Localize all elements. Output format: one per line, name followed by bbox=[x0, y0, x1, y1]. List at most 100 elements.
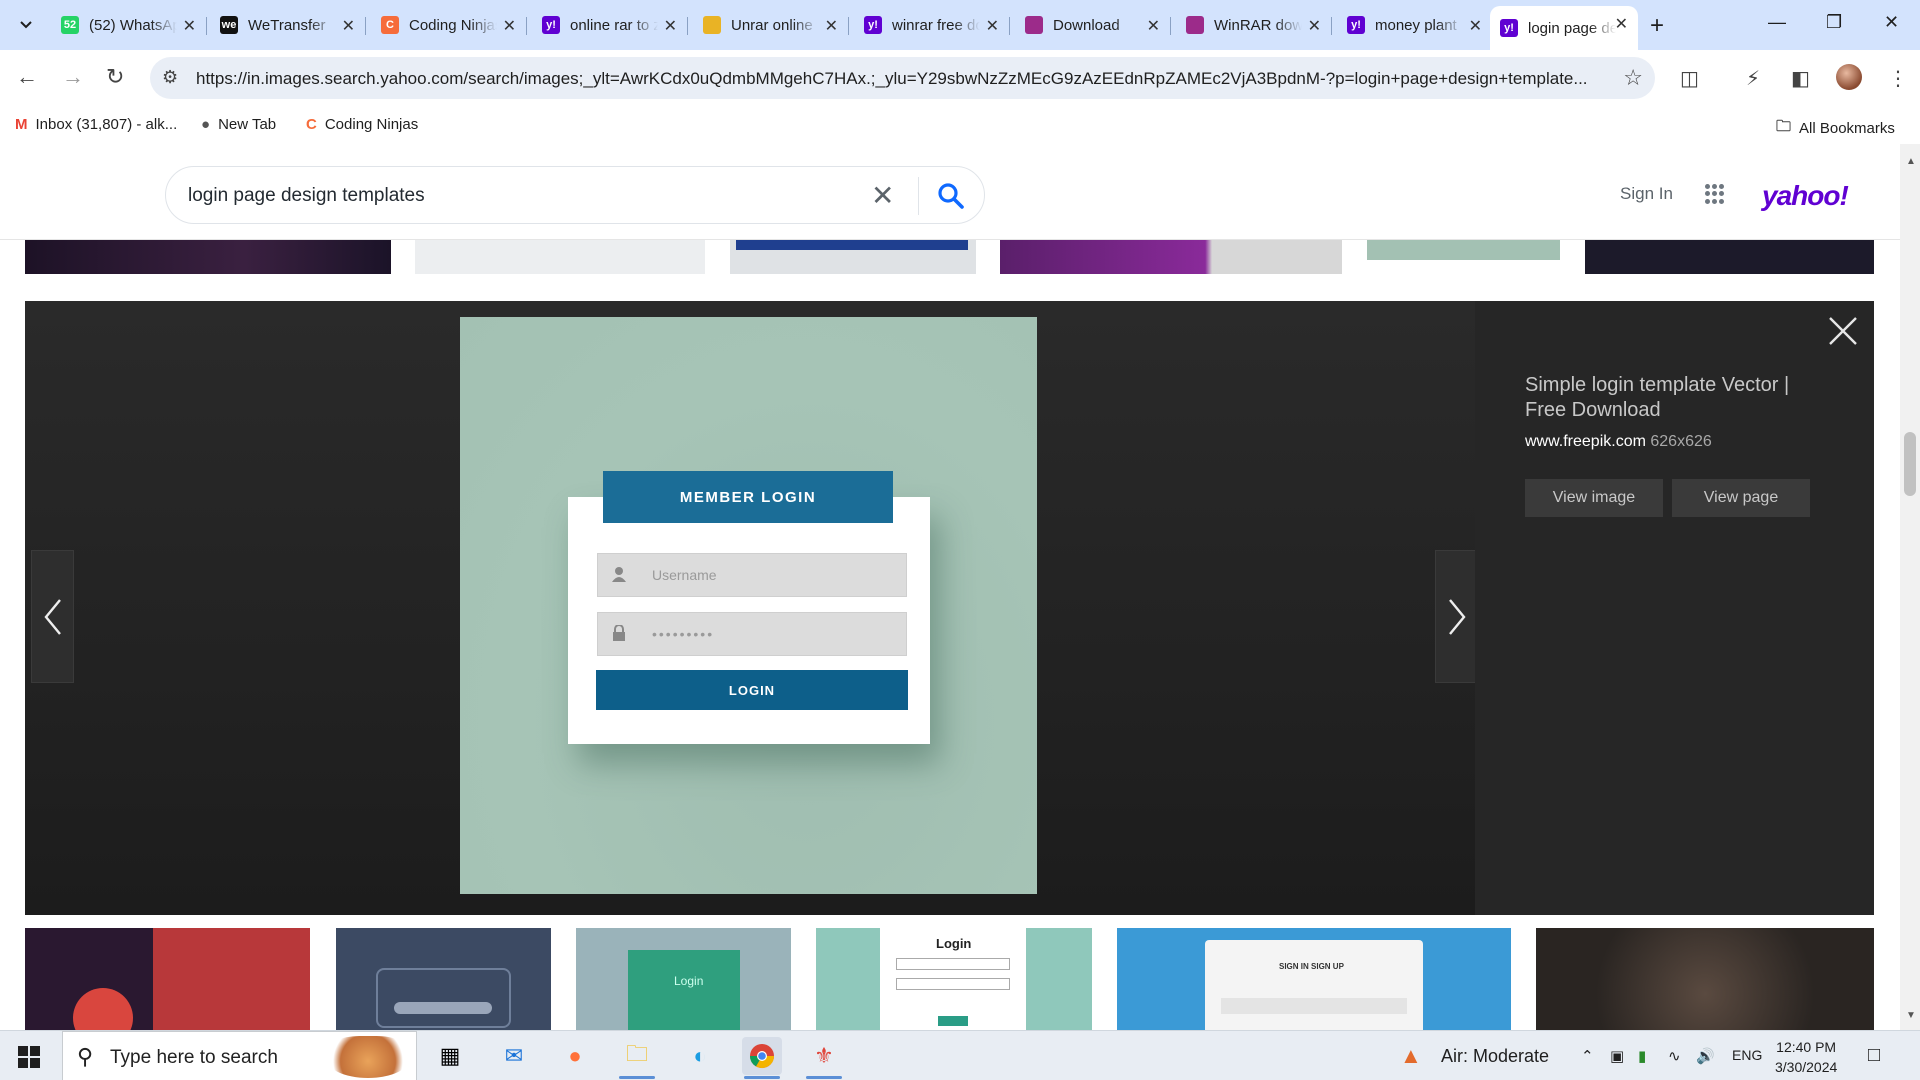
yahoo-logo[interactable]: yahoo! bbox=[1762, 180, 1849, 212]
bookmark-new-tab[interactable]: ● New Tab bbox=[201, 116, 276, 133]
back-button[interactable]: ← bbox=[16, 64, 38, 90]
thumbnail[interactable] bbox=[1000, 240, 1342, 274]
tab-8[interactable]: WinRAR download ✕ bbox=[1176, 8, 1332, 42]
thumbnail[interactable] bbox=[730, 240, 976, 274]
thumbnail[interactable]: SIGN IN SIGN UP bbox=[1117, 928, 1511, 1030]
tab-search-button[interactable] bbox=[12, 10, 40, 38]
page-scrollbar[interactable]: ▲ ▼ bbox=[1900, 144, 1920, 1030]
windows-start-icon[interactable] bbox=[18, 1046, 40, 1068]
firefox-icon[interactable]: ● bbox=[555, 1037, 595, 1075]
tab-10[interactable]: y! login page design✕ bbox=[1490, 6, 1638, 50]
thumbnail[interactable] bbox=[1585, 240, 1874, 274]
wifi-icon[interactable]: ∿ bbox=[1668, 1047, 1681, 1065]
thumbnail[interactable] bbox=[25, 240, 391, 274]
close-tab-icon[interactable]: ✕ bbox=[1308, 16, 1321, 36]
view-page-button[interactable]: View page bbox=[1672, 479, 1810, 517]
source-domain[interactable]: www.freepik.com bbox=[1525, 433, 1646, 450]
clock[interactable]: 12:40 PM 3/30/2024 bbox=[1775, 1037, 1837, 1077]
previous-image-button[interactable] bbox=[31, 550, 74, 683]
volume-icon[interactable]: 🔊 bbox=[1696, 1047, 1715, 1065]
sign-in-link[interactable]: Sign In bbox=[1620, 184, 1673, 204]
close-tab-icon[interactable]: ✕ bbox=[986, 16, 999, 36]
tab-5[interactable]: Unrar online ✕ bbox=[693, 8, 849, 42]
tab-7[interactable]: Download ✕ bbox=[1015, 8, 1171, 42]
close-tab-icon[interactable]: ✕ bbox=[342, 16, 355, 36]
minimize-icon[interactable]: — bbox=[1768, 12, 1786, 33]
clock-time: 12:40 PM bbox=[1776, 1039, 1837, 1055]
thumbnail[interactable]: Login bbox=[576, 928, 791, 1030]
yahoo-icon: y! bbox=[864, 16, 882, 34]
extensions-icon[interactable]: ◫ bbox=[1680, 66, 1699, 91]
bookmark-inbox[interactable]: M Inbox (31,807) - alk... bbox=[15, 116, 177, 133]
notifications-icon[interactable]: □ bbox=[1868, 1044, 1880, 1067]
close-viewer-icon[interactable] bbox=[1828, 313, 1858, 356]
taskbar-search[interactable]: ⚲ Type here to search bbox=[62, 1031, 417, 1080]
coding-ninjas-icon: C bbox=[306, 116, 317, 133]
image-source[interactable]: www.freepik.com 626x626 bbox=[1525, 433, 1712, 451]
close-tab-icon[interactable]: ✕ bbox=[1615, 14, 1628, 34]
tab-2[interactable]: we WeTransfer ✕ bbox=[210, 8, 366, 42]
close-tab-icon[interactable]: ✕ bbox=[1469, 16, 1482, 36]
meet-icon[interactable]: ▣ bbox=[1610, 1047, 1624, 1065]
close-tab-icon[interactable]: ✕ bbox=[825, 16, 838, 36]
scrollbar-thumb[interactable] bbox=[1904, 432, 1916, 496]
thumbnail[interactable] bbox=[1536, 928, 1874, 1030]
file-explorer-icon[interactable]: 🗀 bbox=[617, 1037, 657, 1079]
chrome-icon[interactable] bbox=[742, 1037, 782, 1079]
preview-image[interactable]: MEMBER LOGIN Username ••••••••• LOGIN bbox=[460, 317, 1037, 894]
tab-strip: 52 (52) WhatsApp ✕ we WeTransfer ✕ C Coding Nin… bbox=[0, 0, 1920, 50]
url-text[interactable]: https://in.images.search.yahoo.com/searc… bbox=[196, 69, 1606, 89]
view-image-button[interactable]: View image bbox=[1525, 479, 1663, 517]
thumbnail[interactable] bbox=[25, 928, 310, 1030]
address-bar[interactable]: ⚙ https://in.images.search.yahoo.com/sea… bbox=[150, 57, 1655, 99]
mail-icon[interactable]: ✉ bbox=[494, 1037, 534, 1075]
new-tab-button[interactable]: + bbox=[1650, 12, 1664, 40]
tab-4[interactable]: y! online rar to zip ✕ bbox=[532, 8, 688, 42]
tab-separator bbox=[687, 17, 688, 35]
thumbnail[interactable] bbox=[1367, 240, 1560, 274]
scroll-down-icon[interactable]: ▼ bbox=[1906, 1010, 1916, 1021]
tab-1[interactable]: 52 (52) WhatsApp ✕ bbox=[51, 8, 207, 42]
reload-button[interactable]: ↻ bbox=[106, 64, 124, 90]
bookmark-coding-ninjas[interactable]: C Coding Ninjas bbox=[306, 116, 418, 133]
restore-icon[interactable]: ❐ bbox=[1826, 12, 1842, 33]
weather-icon[interactable]: ▲ bbox=[1400, 1043, 1422, 1069]
clear-search-icon[interactable]: ✕ bbox=[871, 179, 894, 212]
scroll-up-icon[interactable]: ▲ bbox=[1906, 156, 1916, 167]
close-tab-icon[interactable]: ✕ bbox=[183, 16, 196, 36]
next-image-button[interactable] bbox=[1435, 550, 1478, 683]
battery-icon[interactable]: ▮ bbox=[1638, 1047, 1646, 1065]
close-tab-icon[interactable]: ✕ bbox=[503, 16, 516, 36]
bookmarks-bar: M Inbox (31,807) - alk... ● New Tab C Co… bbox=[0, 106, 1920, 144]
lock-icon bbox=[613, 625, 625, 641]
bookmark-star-icon[interactable]: ☆ bbox=[1623, 65, 1643, 91]
site-info-icon[interactable]: ⚙ bbox=[162, 67, 178, 88]
search-input[interactable] bbox=[188, 182, 808, 210]
profile-avatar[interactable] bbox=[1836, 64, 1862, 90]
performance-icon[interactable]: ⚡ bbox=[1746, 66, 1760, 91]
task-view-icon[interactable]: ▦ bbox=[430, 1037, 470, 1075]
search-icon[interactable] bbox=[936, 181, 966, 211]
app-icon[interactable]: ⚜ bbox=[804, 1037, 844, 1079]
image-title[interactable]: Simple login template Vector | Free Down… bbox=[1525, 373, 1835, 423]
thumbnail[interactable] bbox=[336, 928, 551, 1030]
tab-separator bbox=[206, 17, 207, 35]
forward-button[interactable]: → bbox=[62, 64, 84, 90]
tab-9[interactable]: y! money plant ✕ bbox=[1337, 8, 1492, 42]
close-tab-icon[interactable]: ✕ bbox=[664, 16, 677, 36]
all-bookmarks[interactable]: 🗀 All Bookmarks bbox=[1776, 116, 1895, 141]
apps-grid-icon[interactable] bbox=[1705, 184, 1725, 204]
menu-kebab-icon[interactable]: ⋮ bbox=[1888, 66, 1908, 91]
tab-3[interactable]: C Coding Ninjas ✕ bbox=[371, 8, 527, 42]
search-icon: ⚲ bbox=[77, 1044, 94, 1069]
close-window-icon[interactable]: ✕ bbox=[1884, 12, 1899, 33]
close-tab-icon[interactable]: ✕ bbox=[1147, 16, 1160, 36]
thumbnail[interactable] bbox=[415, 240, 705, 274]
show-hidden-icons-icon[interactable]: ⌃ bbox=[1581, 1047, 1594, 1065]
thumbnail[interactable]: Login bbox=[816, 928, 1092, 1030]
weather-status[interactable]: Air: Moderate bbox=[1441, 1046, 1549, 1067]
side-panel-icon[interactable]: ◧ bbox=[1791, 66, 1810, 91]
tab-6[interactable]: y! winrar free download ✕ bbox=[854, 8, 1010, 42]
edge-icon[interactable]: ◐ bbox=[680, 1037, 720, 1075]
language-indicator[interactable]: ENG bbox=[1732, 1047, 1762, 1063]
